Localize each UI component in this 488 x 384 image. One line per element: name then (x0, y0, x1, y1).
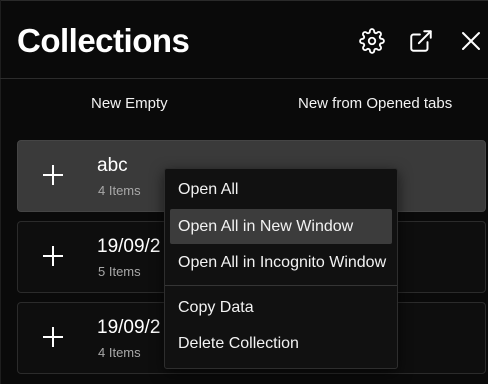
collection-name: abc (97, 155, 128, 176)
menu-item-delete-collection[interactable]: Delete Collection (170, 326, 392, 361)
new-empty-button[interactable]: New Empty (91, 95, 168, 112)
page-title: Collections (17, 22, 190, 59)
new-from-opened-tabs-button[interactable]: New from Opened tabs (298, 95, 452, 112)
menu-item-copy-data[interactable]: Copy Data (170, 290, 392, 325)
menu-item-open-all[interactable]: Open All (170, 172, 392, 207)
menu-separator (165, 285, 397, 286)
plus-icon[interactable] (41, 163, 65, 187)
external-link-icon[interactable] (407, 27, 435, 55)
close-icon[interactable] (457, 27, 485, 55)
context-menu: Open All Open All in New Window Open All… (164, 168, 398, 369)
menu-item-open-all-new-window[interactable]: Open All in New Window (170, 209, 392, 244)
menu-item-open-all-incognito[interactable]: Open All in Incognito Window (170, 245, 392, 280)
collection-item-count: 4 Items (98, 183, 141, 198)
plus-icon[interactable] (41, 244, 65, 268)
header: Collections (0, 0, 488, 78)
collection-name: 19/09/2 (97, 317, 161, 338)
collection-item-count: 5 Items (98, 264, 141, 279)
collection-name: 19/09/2 (97, 236, 161, 257)
collection-item-count: 4 Items (98, 345, 141, 360)
plus-icon[interactable] (41, 325, 65, 349)
collection-actions: New Empty New from Opened tabs (0, 79, 488, 129)
settings-gear-icon[interactable] (358, 27, 386, 55)
